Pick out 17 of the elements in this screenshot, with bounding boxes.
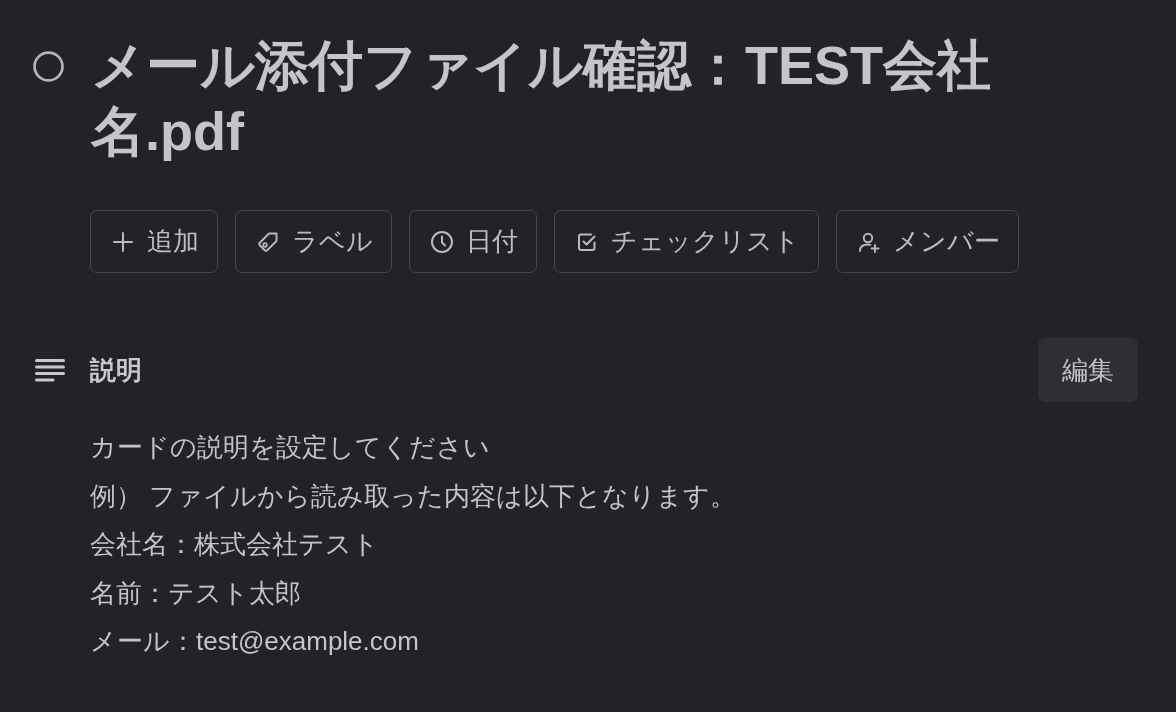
action-button[interactable]: メンバー (836, 210, 1019, 273)
description-line: カードの説明を設定してください (90, 431, 491, 464)
description-line: 会社名：株式会社テスト (90, 528, 380, 561)
action-button[interactable]: 日付 (409, 210, 537, 273)
description-line: 例） ファイルから読み取った内容は以下となります。 (90, 479, 738, 513)
action-button[interactable]: 追加 (90, 210, 218, 273)
text-lines-icon (35, 358, 65, 382)
edit-button[interactable]: 編集 (1038, 338, 1138, 402)
circle-icon[interactable] (33, 51, 64, 82)
clock-icon (430, 229, 454, 254)
action-button[interactable]: ラベル (235, 210, 392, 273)
action-button[interactable]: チェックリスト (554, 210, 819, 273)
plus-icon (111, 229, 135, 254)
section-heading: 説明 (90, 353, 142, 387)
description-line: メール：test@example.com (90, 625, 420, 658)
card-title: メール添付ファイル確認：TEST会社名.pdf (91, 34, 992, 163)
description-line: 名前：テスト太郎 (90, 576, 302, 610)
